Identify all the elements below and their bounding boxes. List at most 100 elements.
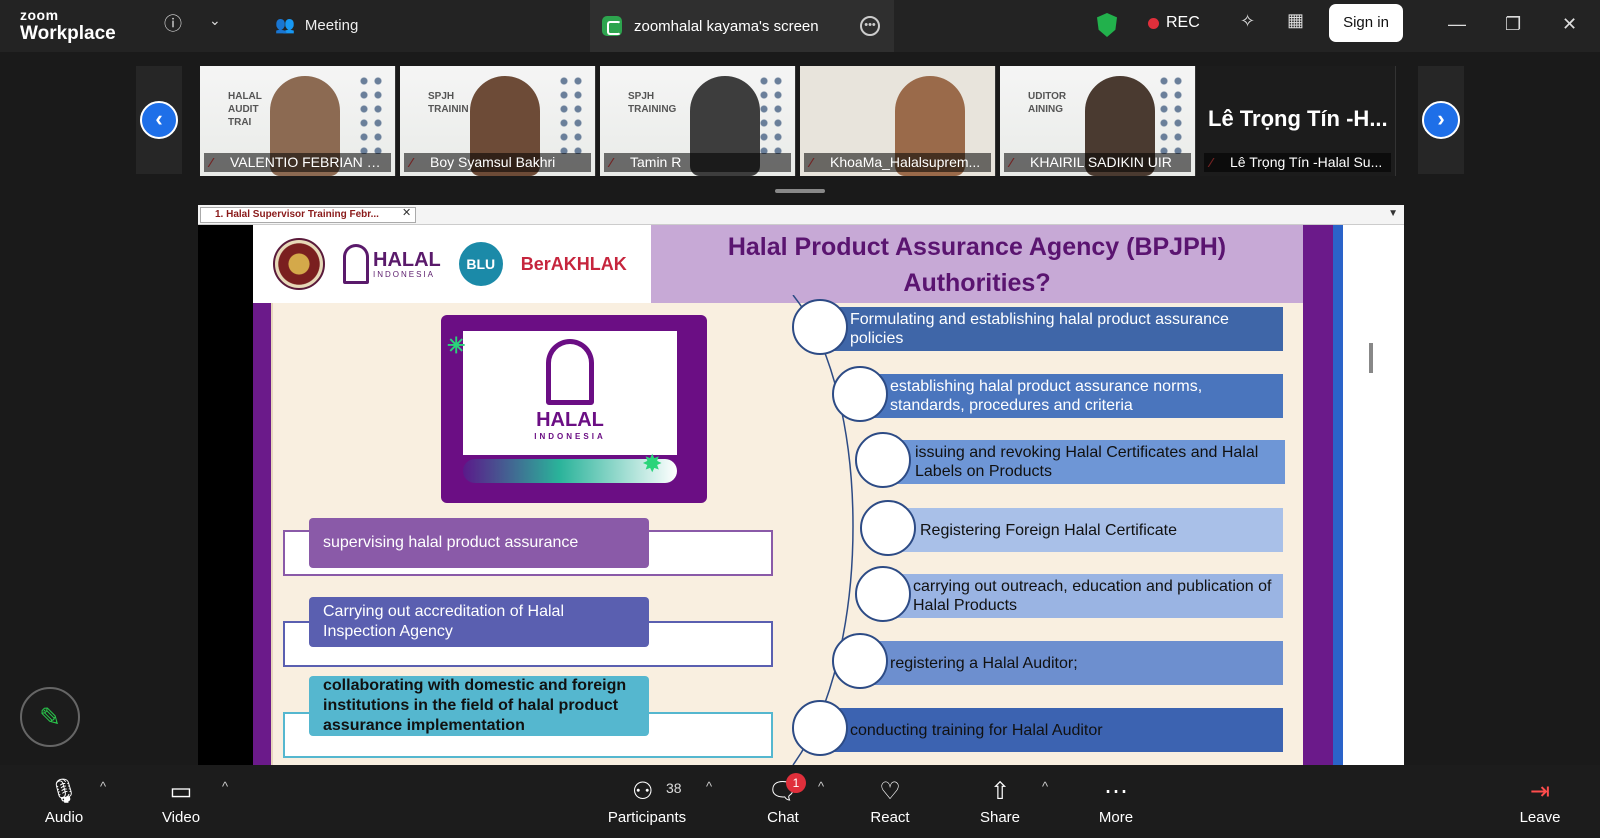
gallery-prev[interactable]: ‹ — [136, 66, 182, 174]
right-authority-item: registering a Halal Auditor; — [832, 633, 1283, 689]
spark-icon: ✸ — [643, 451, 662, 476]
header-halal-text: HALAL — [373, 248, 441, 271]
video-gallery-strip: ‹ HALALAUDITTRAI ⁄ VALENTIO FEBRIAN PR..… — [0, 52, 1600, 198]
muted-mic-icon: 🎙 — [48, 778, 80, 805]
participant-name-large: Lê Trọng Tín -H... — [1208, 106, 1388, 131]
document-scrollbar[interactable] — [1343, 225, 1404, 765]
more-options-icon[interactable]: ••• — [860, 16, 880, 36]
sign-in-button[interactable]: Sign in — [1329, 4, 1403, 42]
leave-label: Leave — [1519, 809, 1561, 826]
share-screen-icon: ⇧ — [989, 778, 1011, 805]
authority-text: carrying out outreach, education and pub… — [913, 578, 1272, 614]
brand-line1: zoom — [20, 7, 59, 23]
more-label: More — [1098, 809, 1134, 826]
info-icon[interactable]: ⓘ — [164, 10, 182, 36]
banner-text: UDITOR AINING — [1028, 91, 1067, 115]
ai-companion-icon[interactable]: ✧ — [1240, 11, 1255, 32]
more-button[interactable]: ⋯ More — [1094, 777, 1138, 826]
garuda-emblem-icon — [273, 238, 325, 290]
video-tile[interactable]: SPJHTRAINING ⁄ Tamin R — [600, 66, 796, 176]
dropdown-arrow-icon[interactable]: ▼ — [1388, 208, 1398, 219]
security-shield-icon[interactable] — [1097, 13, 1117, 37]
right-authority-item: Formulating and establishing halal produ… — [792, 299, 1283, 355]
participants-group-icon: 👥 — [275, 17, 295, 34]
authority-text: supervising halal product assurance — [309, 518, 649, 568]
rec-label: REC — [1166, 14, 1200, 31]
bullet-circle — [832, 633, 888, 689]
bullet-circle — [855, 566, 911, 622]
audio-button[interactable]: 🎙 Audio — [42, 777, 86, 826]
shared-screen-view: 1. Halal Supervisor Training Febr... ✕ ▼… — [198, 205, 1404, 765]
close-tab-icon[interactable]: ✕ — [402, 206, 411, 219]
bullet-circle — [855, 432, 911, 488]
annotate-pencil-button[interactable]: ✎ — [20, 687, 80, 747]
banner-text: SPJH TRAINING — [628, 91, 677, 115]
participants-count: 38 — [666, 780, 682, 796]
restore-icon[interactable]: ❐ — [1505, 14, 1521, 35]
video-tile[interactable]: SPJHTRAININ ⁄ Boy Syamsul Bakhri — [400, 66, 596, 176]
shared-screen-tab[interactable]: zoomhalal kayama's screen ••• — [590, 0, 894, 52]
bullet-circle — [832, 366, 888, 422]
blu-logo: BLU — [458, 242, 503, 286]
video-button[interactable]: ▭ Video — [158, 777, 204, 826]
meeting-menu[interactable]: 👥 Meeting — [275, 15, 358, 35]
document-tab-bar: 1. Halal Supervisor Training Febr... ✕ ▼ — [198, 205, 1404, 225]
presentation-slide: HALAL INDONESIA BLU BerAKHLAK Halal Produ… — [253, 225, 1333, 765]
video-tile[interactable]: Lê Trọng Tín -H... ⁄ Lê Trọng Tín -Halal… — [1200, 66, 1396, 176]
heart-icon: ♡ — [879, 778, 901, 805]
apps-icon[interactable]: ▦ — [1287, 10, 1304, 31]
close-icon[interactable]: ✕ — [1562, 14, 1577, 35]
authority-text: registering a Halal Auditor; — [890, 654, 1078, 672]
share-options-caret-icon[interactable]: ^ — [1042, 779, 1048, 794]
record-dot-icon — [1148, 17, 1159, 29]
header-halal-sub: INDONESIA — [373, 269, 436, 279]
chat-label: Chat — [767, 809, 799, 826]
participants-options-caret-icon[interactable]: ^ — [706, 779, 712, 794]
authority-text: collaborating with domestic and foreign … — [309, 676, 649, 736]
leave-icon: ⇥ — [1529, 778, 1551, 805]
react-label: React — [870, 809, 910, 826]
berakhlak-logo: BerAKHLAK — [521, 254, 627, 275]
video-options-caret-icon[interactable]: ^ — [222, 779, 228, 794]
halal-logo-card: HALAL INDONESIA ✳ ✸ — [441, 315, 707, 503]
bullet-circle — [792, 299, 848, 355]
share-button[interactable]: ⇧ Share — [978, 777, 1022, 826]
authority-text: Formulating and establishing halal produ… — [850, 311, 1229, 347]
recording-indicator[interactable]: REC — [1148, 14, 1200, 32]
participant-name: KHAIRIL SADIKIN UIR — [1004, 153, 1191, 172]
chat-options-caret-icon[interactable]: ^ — [818, 779, 824, 794]
slide-title-line1: Halal Product Assurance Agency (BPJPH) — [727, 233, 1227, 261]
chat-unread-badge: 1 — [786, 773, 806, 793]
more-icon: ⋯ — [1104, 778, 1128, 805]
participant-name: Lê Trọng Tín -Halal Su... — [1204, 153, 1391, 172]
slide-header: HALAL INDONESIA BLU BerAKHLAK Halal Produ… — [253, 225, 1333, 303]
leave-button[interactable]: ⇥ Leave — [1518, 777, 1562, 826]
slide-left-accent — [253, 303, 273, 765]
document-tab[interactable]: 1. Halal Supervisor Training Febr... — [200, 207, 416, 223]
slide-title: Halal Product Assurance Agency (BPJPH) A… — [651, 225, 1303, 303]
slide-right-accent — [1303, 225, 1333, 765]
halal-indonesia-logo: HALAL INDONESIA — [343, 244, 441, 284]
react-button[interactable]: ♡ React — [868, 777, 912, 826]
minimize-icon[interactable]: — — [1448, 14, 1466, 35]
gallery-next[interactable]: › — [1418, 66, 1464, 174]
resize-handle[interactable] — [775, 189, 825, 193]
document-tab-title: 1. Halal Supervisor Training Febr... — [215, 209, 379, 220]
chevron-left-icon[interactable]: ‹ — [140, 101, 178, 139]
video-tile[interactable]: HALALAUDITTRAI ⁄ VALENTIO FEBRIAN PR... — [200, 66, 396, 176]
logo-sub: INDONESIA — [534, 432, 606, 441]
right-authority-item: establishing halal product assurance nor… — [832, 366, 1283, 422]
banner-dots — [757, 74, 787, 154]
logo-word: HALAL — [536, 409, 604, 431]
bullet-circle — [860, 500, 916, 556]
brand-line2: Workplace — [20, 23, 116, 44]
scrollbar-thumb[interactable] — [1369, 343, 1373, 373]
meeting-label: Meeting — [304, 16, 359, 34]
chevron-down-icon[interactable]: ⌄ — [209, 12, 221, 29]
video-label: Video — [161, 809, 201, 826]
audio-options-caret-icon[interactable]: ^ — [100, 779, 106, 794]
right-authority-item: carrying out outreach, education and pub… — [855, 566, 1283, 622]
video-tile[interactable]: ⁄ KhoaMa_Halalsuprem... — [800, 66, 996, 176]
video-tile[interactable]: UDITORAINING ⁄ KHAIRIL SADIKIN UIR — [1000, 66, 1196, 176]
chevron-right-icon[interactable]: › — [1422, 101, 1460, 139]
